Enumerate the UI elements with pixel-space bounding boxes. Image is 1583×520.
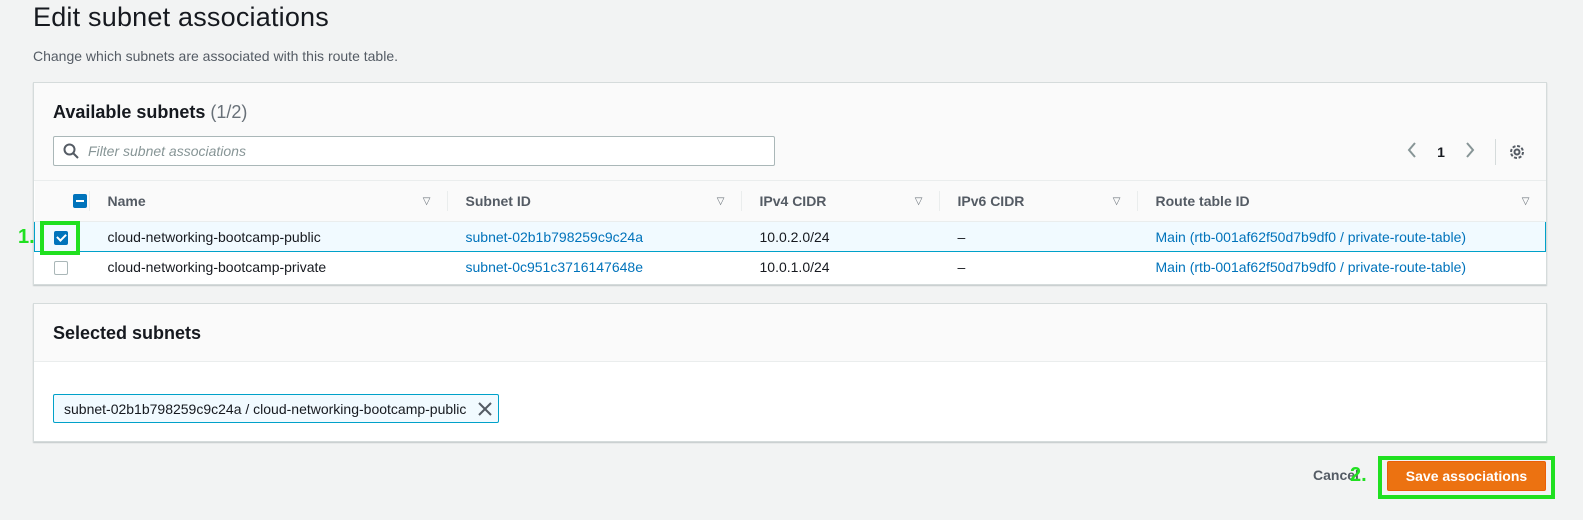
- subnets-table: Name ▽ Subnet ID ▽ IPv4 CIDR ▽ IPv6 CIDR ▽ R…: [34, 181, 1546, 282]
- selected-subnet-token-label: subnet-02b1b798259c9c24a / cloud-network…: [64, 400, 467, 417]
- column-separator: [446, 191, 448, 211]
- column-header-name[interactable]: Name ▽: [88, 181, 447, 222]
- pagination: 1: [1397, 139, 1526, 165]
- sort-icon: ▽: [422, 195, 431, 207]
- subnet-name: cloud-networking-bootcamp-private: [107, 258, 327, 275]
- current-page-number[interactable]: 1: [1427, 144, 1455, 160]
- route-table-cell: Main (rtb-001af62f50d7b9df0 / private-ro…: [1137, 252, 1546, 282]
- column-header-route-table[interactable]: Route table ID ▽: [1136, 181, 1546, 222]
- settings-gear-icon[interactable]: [1508, 143, 1526, 161]
- selected-subnets-title: Selected subnets: [53, 323, 202, 343]
- column-header-subnet-id[interactable]: Subnet ID ▽: [446, 181, 741, 222]
- subnet-id-cell: subnet-02b1b798259c9c24a: [446, 221, 741, 252]
- route-table-link[interactable]: Main (rtb-001af62f50d7b9df0 / private-ro…: [1156, 259, 1467, 275]
- available-subnets-title-text: Available subnets: [53, 102, 206, 122]
- step1-label: 1.: [18, 226, 35, 248]
- available-subnets-title: Available subnets (1/2): [53, 102, 247, 123]
- selection-count: (1/2): [210, 102, 248, 122]
- column-separator: [88, 191, 90, 211]
- subnet-id-link[interactable]: subnet-02b1b798259c9c24a: [466, 229, 644, 245]
- column-header-name-label: Name: [107, 193, 146, 209]
- page-title: Edit subnet associations: [33, 2, 329, 32]
- column-header-ipv4-label: IPv4 CIDR: [759, 193, 827, 209]
- row-checkbox[interactable]: [53, 260, 68, 275]
- step1-highlight-box: [40, 221, 80, 255]
- ipv6-cidr: –: [957, 258, 966, 275]
- column-header-ipv6[interactable]: IPv6 CIDR ▽: [938, 181, 1137, 222]
- column-header-subnet-id-label: Subnet ID: [465, 193, 531, 209]
- subnet-name: cloud-networking-bootcamp-public: [88, 221, 447, 252]
- table-row[interactable]: cloud-networking-bootcamp-private subnet…: [35, 252, 1546, 282]
- row-checkbox-cell: [35, 252, 89, 282]
- step2-highlight-box: [1378, 456, 1555, 499]
- route-table-link[interactable]: Main (rtb-001af62f50d7b9df0 / private-ro…: [1156, 229, 1467, 245]
- table-header-row: Name ▽ Subnet ID ▽ IPv4 CIDR ▽ IPv6 CIDR ▽ R…: [34, 181, 1546, 222]
- sort-icon: ▽: [1112, 195, 1121, 207]
- available-subnets-header: Available subnets (1/2) 1: [34, 83, 1546, 181]
- remove-token-icon[interactable]: [478, 401, 493, 416]
- selected-subnets-panel: Selected subnets subnet-02b1b798259c9c24…: [33, 303, 1547, 442]
- column-separator: [1136, 191, 1138, 211]
- search-icon: [54, 143, 88, 159]
- select-all-cell: [34, 181, 89, 222]
- filter-input[interactable]: [88, 143, 774, 159]
- selected-subnets-header: Selected subnets: [34, 304, 1546, 362]
- table-row[interactable]: cloud-networking-bootcamp-public subnet-…: [34, 221, 1546, 252]
- column-header-ipv6-label: IPv6 CIDR: [957, 193, 1025, 209]
- column-header-route-table-label: Route table ID: [1155, 193, 1250, 209]
- subnet-id-cell: subnet-0c951c3716147648e: [447, 252, 741, 282]
- next-page-icon[interactable]: [1455, 141, 1485, 164]
- ipv4-cidr: 10.0.2.0/24: [740, 221, 939, 252]
- column-separator: [740, 191, 742, 211]
- subnet-id-link[interactable]: subnet-0c951c3716147648e: [466, 259, 644, 275]
- selected-subnet-token: subnet-02b1b798259c9c24a / cloud-network…: [53, 394, 500, 423]
- ipv6-cidr: –: [938, 221, 1137, 252]
- pager-divider: [1495, 139, 1496, 165]
- sort-icon: ▽: [1521, 195, 1530, 207]
- column-separator: [938, 191, 940, 211]
- sort-icon: ▽: [716, 195, 725, 207]
- select-all-checkbox[interactable]: [72, 194, 87, 208]
- column-header-ipv4[interactable]: IPv4 CIDR ▽: [740, 181, 939, 222]
- page-description: Change which subnets are associated with…: [33, 48, 398, 64]
- ipv4-cidr: 10.0.1.0/24: [759, 258, 830, 275]
- route-table-cell: Main (rtb-001af62f50d7b9df0 / private-ro…: [1136, 221, 1546, 252]
- sort-icon: ▽: [914, 195, 923, 207]
- filter-box[interactable]: [53, 136, 775, 166]
- previous-page-icon[interactable]: [1397, 141, 1427, 164]
- available-subnets-panel: Available subnets (1/2) 1: [33, 82, 1547, 285]
- step2-label: 2.: [1350, 464, 1367, 486]
